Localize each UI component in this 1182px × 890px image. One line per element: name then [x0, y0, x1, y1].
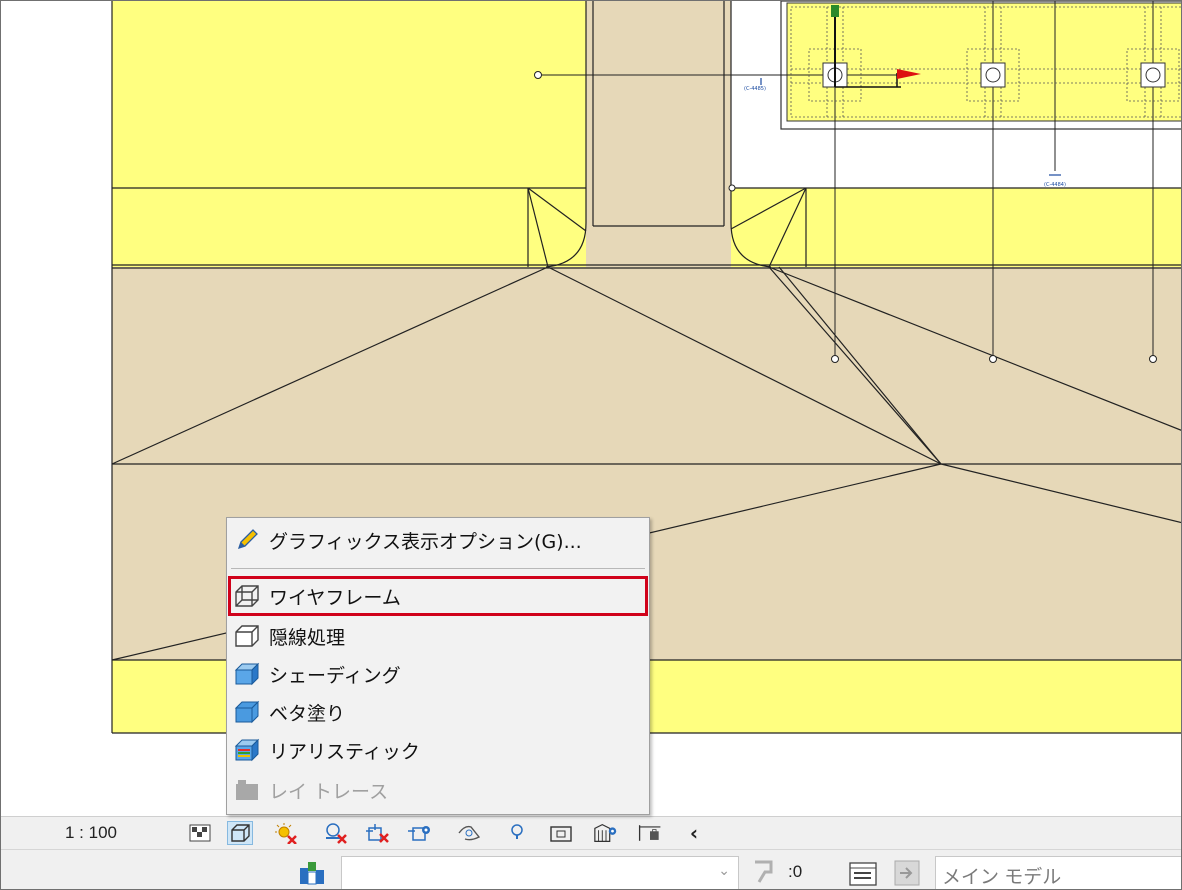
sun-path-icon[interactable] [273, 821, 299, 845]
section-tag-a: (C-4485) [744, 86, 766, 92]
menu-item-shaded[interactable]: シェーディング [229, 656, 647, 692]
main-model-label: メイン モデル [942, 867, 1062, 888]
menu-separator [231, 568, 645, 569]
crop-view-icon[interactable] [365, 821, 391, 845]
menu-item-hidden-line[interactable]: 隠線処理 [229, 618, 647, 654]
hidden-line-label: 隠線処理 [269, 626, 346, 649]
shaded-label: シェーディング [269, 664, 401, 687]
filter-icon[interactable] [849, 862, 877, 889]
consistent-colors-label: ベタ塗り [269, 702, 346, 725]
building-yellow [786, 2, 1181, 122]
highlight-displacement-icon[interactable] [593, 821, 619, 845]
revit-window: (C-4485) (C-4484) 1 : 100 ‹ ⌄:0 メイン モデル… [0, 0, 1182, 890]
collapse-chevron-icon[interactable]: ‹ [681, 821, 707, 845]
slab-yellow-left [112, 1, 586, 267]
constraints-icon[interactable] [637, 821, 663, 845]
view-scale-label[interactable]: 1 : 100 [41, 823, 141, 843]
design-options-icon[interactable] [894, 860, 920, 889]
hidden-line-icon [233, 622, 261, 650]
main-model-dropdown[interactable]: メイン モデル [935, 856, 1181, 889]
consistent-colors-icon [233, 698, 261, 726]
menu-item-ray-trace: レイ トレース [229, 772, 647, 808]
view-control-bar: 1 : 100 ‹ [1, 816, 1181, 849]
menu-item-consistent-colors[interactable]: ベタ塗り [229, 694, 647, 730]
slab-yellow-right [731, 188, 1181, 267]
level-marker [831, 5, 839, 17]
temporary-hide-icon[interactable] [457, 821, 483, 845]
realistic-label: リアリスティック [269, 740, 420, 763]
worksets-icon[interactable] [298, 860, 326, 889]
column-tan [586, 1, 731, 267]
visual-style-icon[interactable] [227, 821, 253, 845]
status-bar: ⌄ :0 メイン モデル [1, 849, 1181, 889]
pencil-icon [233, 526, 261, 554]
wireframe-highlight-box [228, 576, 648, 616]
section-tag-b: (C-4484) [1044, 182, 1066, 188]
detail-level-icon[interactable] [187, 821, 213, 845]
shaded-icon [233, 660, 261, 688]
editable-only-icon[interactable] [749, 858, 781, 889]
menu-item-realistic[interactable]: リアリスティック [229, 732, 647, 768]
slab-tan-upper [112, 267, 1181, 464]
active-workset-dropdown[interactable]: ⌄ [341, 856, 739, 889]
realistic-icon [233, 736, 261, 764]
ray-trace-icon [233, 776, 261, 804]
reveal-hidden-icon[interactable] [504, 821, 530, 845]
show-crop-region-icon[interactable] [407, 821, 433, 845]
visual-style-menu: グラフィックス表示オプション(G)... ワイヤフレーム 隠線処理 シェーディン… [226, 517, 650, 815]
analytical-model-icon[interactable] [549, 821, 575, 845]
graphics-display-options-label: グラフィックス表示オプション(G)... [269, 530, 582, 553]
ray-trace-label: レイ トレース [269, 780, 389, 803]
shadows-icon[interactable] [323, 821, 349, 845]
chevron-down-icon: ⌄ [718, 863, 730, 879]
selection-count: :0 [788, 862, 803, 881]
graphics-display-options-item[interactable]: グラフィックス表示オプション(G)... [229, 522, 647, 558]
